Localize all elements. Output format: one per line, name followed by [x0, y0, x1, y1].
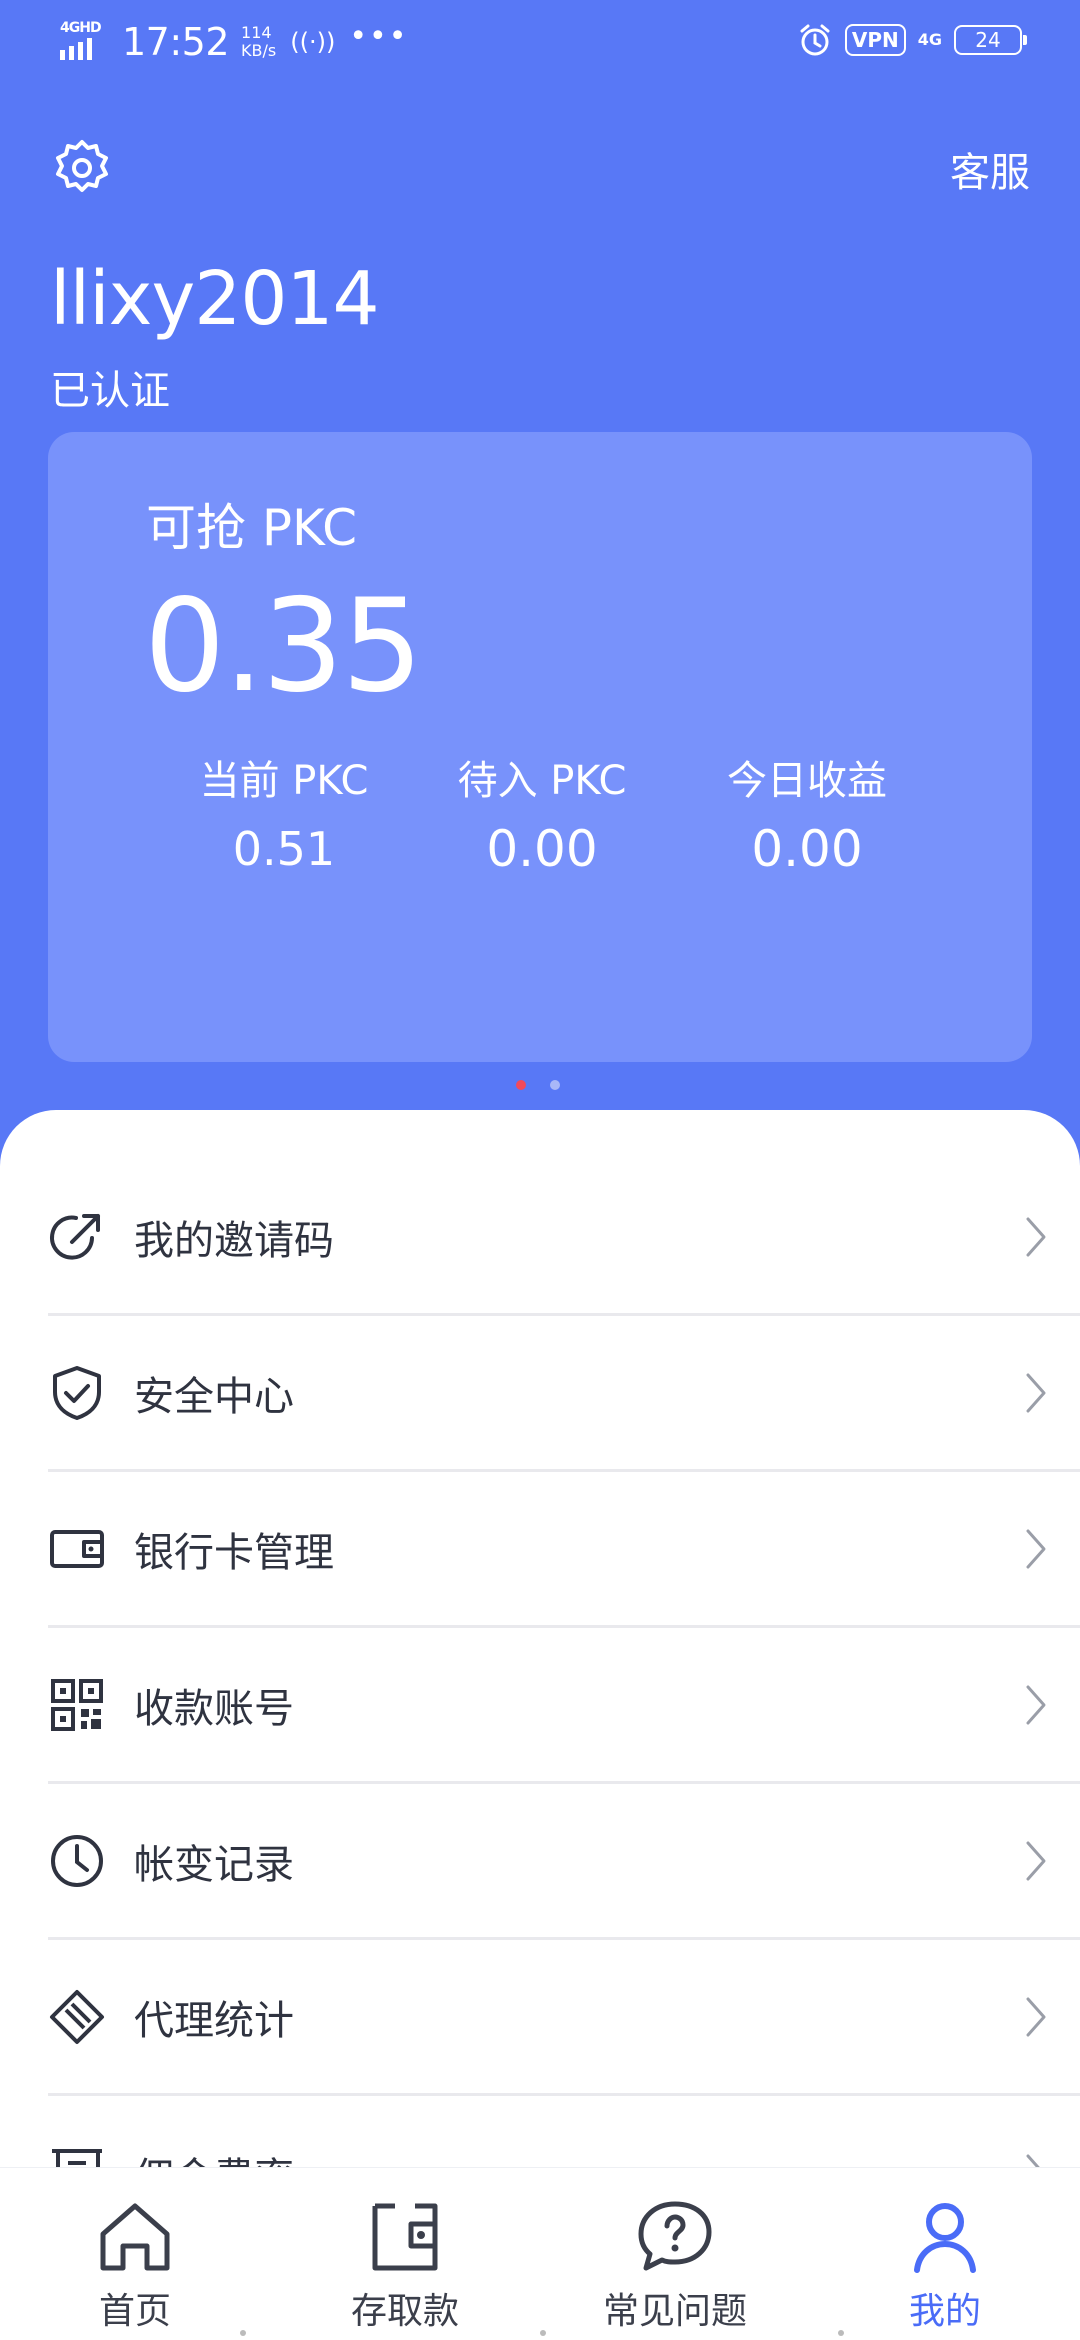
alarm-icon [800, 24, 830, 56]
question-bubble-icon [638, 2201, 712, 2271]
verification-status: 已认证 [50, 368, 170, 414]
hotspot-icon: ((·)) [290, 28, 336, 56]
stat-pending-pkc: 待入 PKC 0.00 [422, 748, 662, 878]
tab-label: 存取款 [350, 2291, 459, 2332]
menu-item-label: 安全中心 [134, 1373, 294, 1420]
menu-item-payment-accounts[interactable]: 收款账号 [48, 1628, 1080, 1784]
available-pkc-label: 可抢 PKC [146, 499, 358, 557]
customer-service-button[interactable]: 客服 [950, 140, 1030, 198]
card-pager[interactable] [516, 1080, 560, 1090]
home-icon [100, 2203, 170, 2271]
menu-item-label: 代理统计 [134, 1997, 294, 2044]
wallet-card-icon [50, 1529, 104, 1568]
tab-faq[interactable]: 常见问题 [540, 2168, 810, 2340]
balance-card[interactable]: 可抢 PKC 0.35 当前 PKC 0.51 待入 PKC 0.00 今日收益… [48, 432, 1032, 1062]
network-label: 4GHD [60, 20, 102, 36]
stat-today-earnings: 今日收益 0.00 [687, 748, 927, 878]
pager-dot-active[interactable] [516, 1080, 526, 1090]
available-pkc-value: 0.35 [144, 572, 423, 721]
menu-item-label: 银行卡管理 [134, 1529, 334, 1576]
chevron-right-icon [1026, 1685, 1046, 1724]
battery-icon: 24 [954, 25, 1027, 55]
network-speed: 114 KB/s [241, 24, 276, 60]
menu-item-invite-code[interactable]: 我的邀请码 [48, 1160, 1080, 1316]
chevron-right-icon [1026, 1997, 1046, 2036]
menu-item-balance-records[interactable]: 帐变记录 [48, 1784, 1080, 1940]
pager-dot[interactable] [550, 1080, 560, 1090]
menu-item-bank-cards[interactable]: 银行卡管理 [48, 1472, 1080, 1628]
menu-list: 我的邀请码 安全中心 银行卡管理 收款账号 帐变记录 代理统计 [0, 1160, 1080, 2252]
signal-icon: 4GHD [58, 20, 108, 62]
status-right: VPN 4G 24 [797, 22, 1027, 58]
status-bar: 4GHD 17:52 114 KB/s ((·)) ••• VPN 4G 24 [0, 0, 1080, 86]
username: llixy2014 [50, 256, 380, 342]
shield-check-icon [53, 1365, 101, 1420]
stat-value: 0.51 [232, 822, 336, 876]
stat-value: 0.00 [751, 820, 863, 878]
menu-item-security-center[interactable]: 安全中心 [48, 1316, 1080, 1472]
stat-current-pkc: 当前 PKC 0.51 [164, 748, 404, 876]
menu-item-label: 收款账号 [134, 1685, 294, 1732]
tag-icon [50, 1989, 104, 2044]
tab-deposit-withdraw[interactable]: 存取款 [270, 2168, 540, 2340]
tab-label: 首页 [98, 2291, 171, 2332]
stat-value: 0.00 [486, 820, 598, 878]
status-left: 4GHD 17:52 114 KB/s ((·)) ••• [58, 18, 409, 64]
vpn-badge: VPN [844, 24, 906, 56]
battery-level: 24 [975, 28, 1001, 52]
user-icon [914, 2203, 976, 2273]
clock-icon [51, 1834, 103, 1887]
stat-label: 待入 PKC [457, 758, 627, 804]
mobile-data-indicator: 4G [917, 30, 942, 49]
stat-label: 今日收益 [727, 758, 887, 804]
speed-value: 114 [241, 23, 272, 42]
stat-label: 当前 PKC [199, 758, 369, 804]
menu-item-label: 我的邀请码 [134, 1217, 334, 1264]
chevron-right-icon [1026, 1529, 1046, 1568]
menu-item-agent-stats[interactable]: 代理统计 [48, 1940, 1080, 2096]
share-icon [50, 1213, 100, 1260]
tab-label: 常见问题 [602, 2291, 747, 2332]
tab-profile[interactable]: 我的 [810, 2168, 1080, 2340]
speed-unit: KB/s [241, 41, 277, 60]
menu-item-label: 帐变记录 [134, 1841, 294, 1888]
gesture-hint [0, 2330, 1080, 2340]
tab-label: 我的 [908, 2291, 981, 2332]
tab-home[interactable]: 首页 [0, 2168, 270, 2340]
bottom-tab-bar: 首页 存取款 常见问题 我的 [0, 2168, 1080, 2340]
clock: 17:52 [122, 20, 230, 64]
qr-code-icon [51, 1678, 103, 1731]
more-notifications-icon: ••• [349, 18, 409, 54]
chevron-right-icon [1026, 1373, 1046, 1412]
chevron-right-icon [1026, 1217, 1046, 1256]
settings-gear-icon[interactable] [52, 138, 112, 198]
chevron-right-icon [1026, 1841, 1046, 1880]
wallet-icon [372, 2203, 438, 2271]
